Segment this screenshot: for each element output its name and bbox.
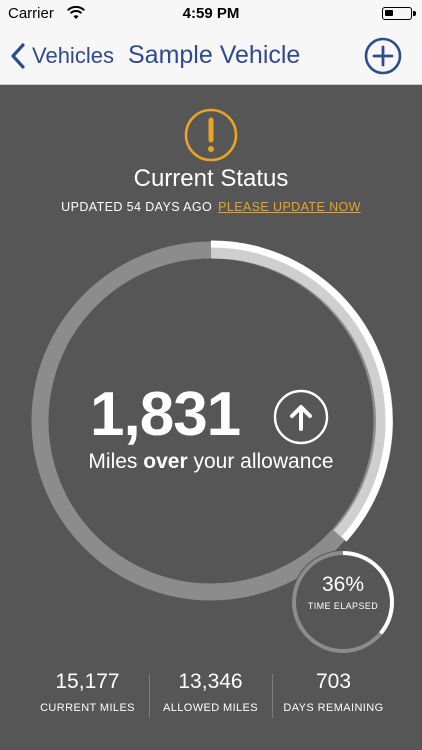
arrow-up-icon bbox=[273, 389, 329, 445]
time-elapsed-percent: 36% bbox=[321, 573, 365, 596]
add-button[interactable] bbox=[364, 37, 402, 75]
stat-label: CURRENT MILES bbox=[40, 702, 135, 714]
time-elapsed-label: TIME ELAPSED bbox=[307, 601, 379, 611]
miles-value: 1,831 bbox=[90, 380, 241, 449]
stat-current-miles: 15,177 CURRENT MILES bbox=[26, 670, 149, 714]
caption-suffix: your allowance bbox=[193, 450, 334, 473]
status-bar: Carrier 4:59 PM bbox=[0, 0, 422, 28]
back-button[interactable]: Vehicles bbox=[10, 39, 114, 73]
stat-value: 13,346 bbox=[178, 670, 243, 693]
caption-emphasis: over bbox=[143, 450, 188, 473]
stat-days-remaining: 703 DAYS REMAINING bbox=[272, 670, 395, 714]
stat-value: 703 bbox=[315, 670, 352, 693]
battery-icon bbox=[382, 7, 416, 20]
clock: 4:59 PM bbox=[182, 5, 240, 22]
caption-prefix: Miles bbox=[88, 450, 138, 473]
navigation-bar: Vehicles Sample Vehicle bbox=[0, 28, 422, 85]
stat-label: ALLOWED MILES bbox=[162, 702, 259, 714]
miles-caption: Miles over your allowance bbox=[0, 450, 422, 474]
chevron-left-icon bbox=[11, 43, 25, 69]
stat-label: DAYS REMAINING bbox=[283, 702, 384, 714]
back-label: Vehicles bbox=[32, 43, 114, 68]
stats-row: 15,177 CURRENT MILES 13,346 ALLOWED MILE… bbox=[0, 670, 422, 720]
page-title: Sample Vehicle bbox=[128, 41, 301, 69]
stat-value: 15,177 bbox=[55, 670, 120, 693]
stat-allowed-miles: 13,346 ALLOWED MILES bbox=[149, 670, 272, 714]
status-panel: Current Status UPDATED 54 DAYS AGO PLEASE… bbox=[0, 85, 422, 750]
